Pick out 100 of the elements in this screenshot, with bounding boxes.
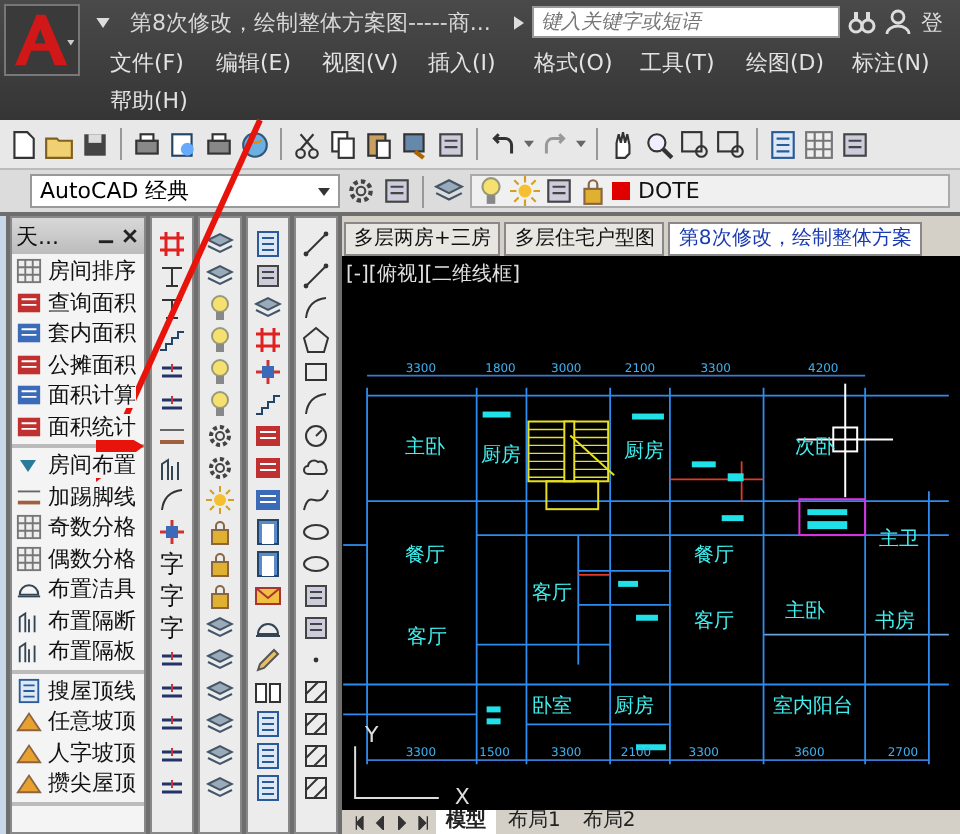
sheet-icon[interactable]	[382, 176, 412, 206]
previous-arrow-icon[interactable]	[370, 815, 390, 829]
user-icon[interactable]	[884, 8, 913, 36]
gear-icon[interactable]	[206, 422, 234, 450]
layers-icon[interactable]	[206, 774, 234, 802]
menu-item[interactable]: 标注(N)	[852, 48, 930, 78]
cross-icon[interactable]	[158, 518, 186, 546]
document-tab[interactable]: 多层住宅户型图	[504, 222, 665, 256]
zoom-window-icon[interactable]	[716, 129, 746, 159]
door-icon[interactable]	[254, 550, 282, 578]
lock-icon[interactable]	[206, 518, 234, 546]
app-logo-button[interactable]	[4, 4, 80, 76]
arc-icon[interactable]	[302, 294, 330, 322]
copy-icon[interactable]	[328, 129, 358, 159]
lock-icon[interactable]	[206, 582, 234, 610]
last-arrow-icon[interactable]	[414, 815, 434, 829]
stair-icon[interactable]	[254, 390, 282, 418]
ellipse-icon[interactable]	[302, 518, 330, 546]
preview-icon[interactable]	[168, 129, 198, 159]
envelope-icon[interactable]	[254, 582, 282, 610]
arc-icon[interactable]	[158, 486, 186, 514]
save-icon[interactable]	[80, 129, 110, 159]
menu-item[interactable]: 插入(I)	[428, 48, 496, 78]
stair-icon[interactable]	[158, 326, 186, 354]
text-tool-button[interactable]: 字	[160, 614, 184, 642]
document-tab[interactable]: 多层两房+三房	[344, 222, 501, 256]
line-icon[interactable]	[302, 230, 330, 258]
sheet-icon[interactable]	[436, 129, 466, 159]
hatch-icon[interactable]	[302, 774, 330, 802]
sheet-icon[interactable]	[840, 129, 870, 159]
hatch-icon[interactable]	[302, 678, 330, 706]
dropdown-caret-icon[interactable]	[318, 187, 330, 195]
line-icon[interactable]	[302, 262, 330, 290]
gear-icon[interactable]	[346, 176, 376, 206]
zoom-window-icon[interactable]	[680, 129, 710, 159]
layers-icon[interactable]	[206, 710, 234, 738]
layers-icon[interactable]	[206, 646, 234, 674]
document-tab[interactable]: 第8次修改，绘制整体方案	[668, 222, 922, 256]
next-arrow-icon[interactable]	[392, 815, 412, 829]
text-tool-button[interactable]: 字	[160, 550, 184, 578]
bulb-icon[interactable]	[206, 358, 234, 386]
gear-icon[interactable]	[206, 454, 234, 482]
area-tile-icon[interactable]	[254, 422, 282, 450]
search-field[interactable]: 键入关键字或短语	[532, 6, 841, 38]
menu-item[interactable]: 文件(F)	[110, 48, 184, 78]
book-icon[interactable]	[254, 678, 282, 706]
sign-in-link[interactable]: 登	[920, 7, 943, 37]
dropdown-caret-icon[interactable]	[96, 17, 110, 27]
layers-icon[interactable]	[206, 742, 234, 770]
bulb-icon[interactable]	[206, 326, 234, 354]
curve-icon[interactable]	[302, 486, 330, 514]
pencil-icon[interactable]	[254, 646, 282, 674]
layout-tab[interactable]: 布局1	[498, 810, 571, 834]
hash-icon[interactable]	[254, 326, 282, 354]
hatch-icon[interactable]	[302, 742, 330, 770]
printer-icon[interactable]	[132, 129, 162, 159]
menu-item[interactable]: 格式(O)	[534, 48, 613, 78]
panel-icon[interactable]	[254, 742, 282, 770]
binoculars-icon[interactable]	[848, 8, 877, 36]
sheet-icon[interactable]	[254, 262, 282, 290]
layers-icon[interactable]	[206, 614, 234, 642]
grid-icon[interactable]	[804, 129, 834, 159]
panel-icon[interactable]	[254, 230, 282, 258]
document-icon[interactable]	[8, 129, 38, 159]
text-tool-button[interactable]: 字	[160, 582, 184, 610]
menu-item[interactable]: 工具(T)	[640, 48, 715, 78]
brush-icon[interactable]	[400, 129, 430, 159]
layers-icon[interactable]	[206, 678, 234, 706]
panel-icon[interactable]	[768, 129, 798, 159]
layers-icon[interactable]	[206, 262, 234, 290]
layout-tab[interactable]: 模型	[436, 810, 496, 834]
panel-icon[interactable]	[254, 710, 282, 738]
panel-icon[interactable]	[254, 774, 282, 802]
layer-dropdown[interactable]: DOTE	[470, 174, 950, 208]
circle-icon[interactable]	[302, 422, 330, 450]
cross-icon[interactable]	[254, 358, 282, 386]
collapse-arrow-icon[interactable]	[20, 459, 36, 472]
rectangle-icon[interactable]	[302, 358, 330, 386]
menu-item[interactable]: 视图(V)	[322, 48, 399, 78]
layers-icon[interactable]	[434, 176, 464, 206]
sheet-icon[interactable]	[302, 614, 330, 642]
expand-arrow-icon[interactable]	[514, 15, 525, 29]
arc-icon[interactable]	[302, 390, 330, 418]
menu-item[interactable]: 帮助(H)	[110, 86, 188, 116]
hash-icon[interactable]	[158, 230, 186, 258]
menu-item[interactable]: 编辑(E)	[216, 48, 292, 78]
close-icon[interactable]	[120, 226, 140, 246]
door-icon[interactable]	[254, 518, 282, 546]
lock-icon[interactable]	[206, 550, 234, 578]
panel-tile-icon[interactable]	[254, 486, 282, 514]
sheet-icon[interactable]	[302, 582, 330, 610]
area-tile-icon[interactable]	[254, 454, 282, 482]
workspace-dropdown[interactable]: AutoCAD 经典	[30, 174, 340, 208]
menu-item[interactable]: 绘图(D)	[746, 48, 825, 78]
ellipse-icon[interactable]	[302, 550, 330, 578]
viewport-controls-label[interactable]: [-][俯视][二维线框]	[342, 256, 521, 296]
layout-tab[interactable]: 布局2	[572, 810, 646, 834]
bulb-icon[interactable]	[206, 294, 234, 322]
layers-icon[interactable]	[254, 294, 282, 322]
pentagon-icon[interactable]	[302, 326, 330, 354]
